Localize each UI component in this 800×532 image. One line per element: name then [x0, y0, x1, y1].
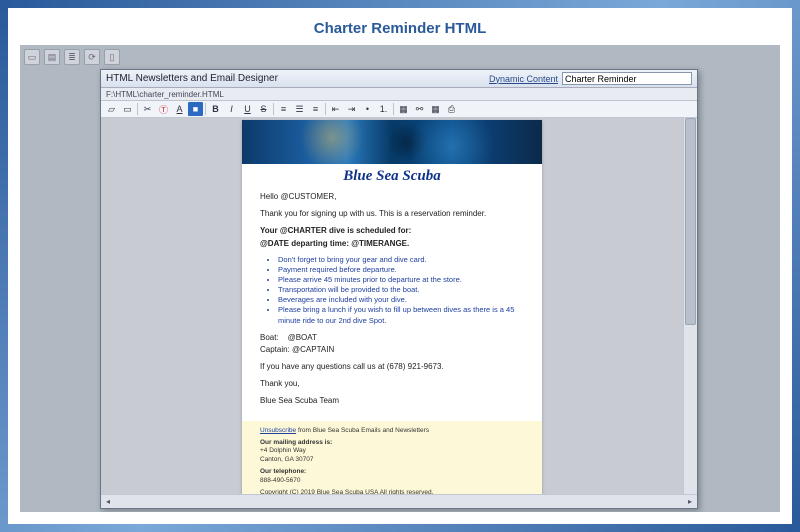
db-icon[interactable]: ≣ — [64, 49, 80, 65]
refresh-icon[interactable]: ⟳ — [84, 49, 100, 65]
brand-title: Blue Sea Scuba — [242, 164, 542, 191]
thanks-text: Thank you, — [260, 378, 524, 389]
greeting-text: Hello @CUSTOMER, — [260, 191, 524, 202]
list-item: Beverages are included with your dive. — [278, 295, 524, 305]
unsubscribe-rest: from Blue Sea Scuba Emails and Newslette… — [296, 427, 429, 434]
document-canvas[interactable]: Blue Sea Scuba Hello @CUSTOMER, Thank yo… — [101, 118, 683, 494]
signoff-text: Blue Sea Scuba Team — [260, 395, 524, 406]
schedule-line1: Your @CHARTER dive is scheduled for: — [260, 225, 524, 236]
align-left-button[interactable]: ≡ — [276, 102, 291, 116]
print-button[interactable]: ⎙ — [444, 102, 459, 116]
cut-button[interactable]: ✂ — [140, 102, 155, 116]
align-right-button[interactable]: ≡ — [308, 102, 323, 116]
addr-label: Our mailing address is: — [260, 439, 332, 446]
align-center-button[interactable]: ☰ — [292, 102, 307, 116]
tel-label: Our telephone: — [260, 468, 306, 475]
new-button[interactable]: ▱ — [104, 102, 119, 116]
text-color-button[interactable]: Ⓣ — [156, 102, 171, 116]
editor-toolbar: ▱ ▭ ✂ Ⓣ A ■ B I U S ≡ ☰ ≡ ⇤ ⇥ • 1. — [101, 101, 697, 118]
list-ol-button[interactable]: 1. — [376, 102, 391, 116]
list-item: Payment required before departure. — [278, 265, 524, 275]
open-button[interactable]: ▭ — [120, 102, 135, 116]
unsubscribe-link[interactable]: Unsubscribe — [260, 427, 296, 434]
vertical-scrollbar[interactable] — [683, 118, 697, 494]
table-button[interactable]: ▦ — [428, 102, 443, 116]
horizontal-scrollbar[interactable]: ◂ ▸ — [101, 494, 697, 508]
underline-button[interactable]: U — [240, 102, 255, 116]
file-path: F:\HTML\charter_reminder.HTML — [101, 88, 697, 101]
page-icon[interactable]: ▯ — [104, 49, 120, 65]
intro-text: Thank you for signing up with us. This i… — [260, 208, 524, 219]
indent-button[interactable]: ⇥ — [344, 102, 359, 116]
list-item: Please bring a lunch if you wish to fill… — [278, 305, 524, 325]
save-icon[interactable]: ▤ — [44, 49, 60, 65]
list-item: Transportation will be provided to the b… — [278, 285, 524, 295]
outdent-button[interactable]: ⇤ — [328, 102, 343, 116]
scroll-right-icon[interactable]: ▸ — [683, 496, 697, 508]
font-button[interactable]: A — [172, 102, 187, 116]
questions-text: If you have any questions call us at (67… — [260, 361, 524, 372]
email-page: Blue Sea Scuba Hello @CUSTOMER, Thank yo… — [242, 120, 542, 494]
list-item: Please arrive 45 minutes prior to depart… — [278, 275, 524, 285]
list-item: Don't forget to bring your gear and dive… — [278, 255, 524, 265]
window-title: HTML Newsletters and Email Designer — [106, 73, 278, 84]
page-title: Charter Reminder HTML — [8, 8, 792, 45]
email-footer: Unsubscribe from Blue Sea Scuba Emails a… — [242, 421, 542, 494]
copyright-text: Copyright (C) 2019 Blue Sea Scuba USA Al… — [260, 489, 524, 494]
image-button[interactable]: ▦ — [396, 102, 411, 116]
tel-value: 888-490-5670 — [260, 477, 300, 484]
reminder-list: Don't forget to bring your gear and dive… — [278, 255, 524, 326]
italic-button[interactable]: I — [224, 102, 239, 116]
scroll-left-icon[interactable]: ◂ — [101, 496, 115, 508]
link-button[interactable]: ⚯ — [412, 102, 427, 116]
list-ul-button[interactable]: • — [360, 102, 375, 116]
window-titlebar: HTML Newsletters and Email Designer Dyna… — [101, 70, 697, 88]
doc-icon[interactable]: ▭ — [24, 49, 40, 65]
outer-toolbar: ▭ ▤ ≣ ⟳ ▯ — [24, 49, 120, 65]
dynamic-content-link[interactable]: Dynamic Content — [489, 74, 558, 84]
boat-line: Boat: @BOAT — [260, 332, 524, 343]
app-window: HTML Newsletters and Email Designer Dyna… — [100, 69, 698, 509]
hero-image — [242, 120, 542, 164]
addr2: Canton, GA 30707 — [260, 456, 314, 463]
bold-button[interactable]: B — [208, 102, 223, 116]
desktop-area: ▭ ▤ ≣ ⟳ ▯ HTML Newsletters and Email Des… — [20, 45, 780, 512]
addr1: +4 Dolphin Way — [260, 447, 306, 454]
schedule-line2: @DATE departing time: @TIMERANGE. — [260, 238, 524, 249]
captain-line: Captain: @CAPTAIN — [260, 344, 524, 355]
template-name-input[interactable] — [562, 72, 692, 85]
fill-button[interactable]: ■ — [188, 102, 203, 116]
strike-button[interactable]: S — [256, 102, 271, 116]
